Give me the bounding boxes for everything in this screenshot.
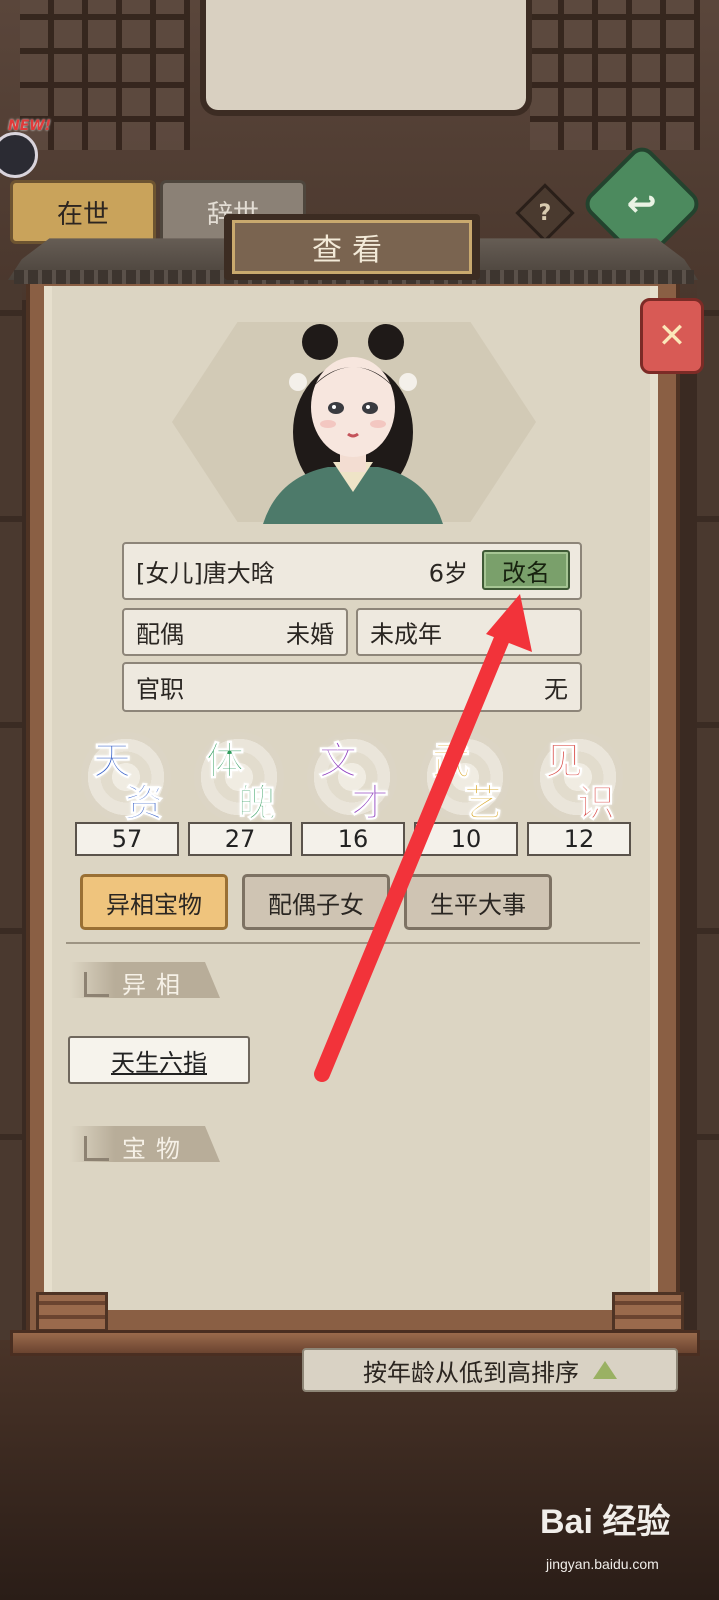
traits-section-header: 异相: [70, 962, 220, 998]
baidu-watermark: Bai 经验 jingyan.baidu.com: [540, 1494, 710, 1584]
rename-button[interactable]: 改名: [482, 550, 570, 590]
stat-value: 10: [414, 822, 518, 856]
close-button[interactable]: ✕: [640, 298, 704, 374]
close-icon: ✕: [657, 316, 687, 356]
dialog-title: 查看: [232, 220, 472, 274]
stat-char-2: 识: [576, 780, 616, 826]
sort-triangle-icon: [593, 1361, 617, 1379]
status-value: 未成年: [370, 620, 442, 649]
new-label: NEW!: [8, 118, 52, 134]
stat-value: 12: [527, 822, 631, 856]
tab-spouse-children[interactable]: 配偶子女: [242, 874, 390, 930]
side-wall-right: [697, 280, 719, 1340]
question-icon: ?: [538, 200, 552, 226]
painting-window: [200, 0, 532, 116]
character-name: [女儿]唐大晗: [136, 559, 275, 588]
fret-pattern-icon: [84, 1136, 109, 1161]
watermark-url: jingyan.baidu.com: [546, 1556, 659, 1572]
character-age: 6岁: [428, 559, 468, 588]
spouse-row: 配偶 未婚: [122, 608, 348, 656]
tab-alive[interactable]: 在世: [10, 180, 156, 244]
stat-char-2: 魄: [237, 780, 277, 826]
tab-life-events[interactable]: 生平大事: [404, 874, 552, 930]
stat-value: 27: [188, 822, 292, 856]
stat-talent: 天 资 57: [75, 728, 179, 858]
back-arrow-icon: ↩: [626, 183, 658, 225]
stat-physique: 体 魄 27: [188, 728, 292, 858]
stat-martial: 武 艺 10: [414, 728, 518, 858]
stat-knowledge: 见 识 12: [527, 728, 631, 858]
spouse-value: 未婚: [286, 620, 334, 649]
new-avatar-badge[interactable]: NEW!: [0, 118, 51, 178]
window-lattice-right: [530, 0, 700, 150]
ghost-avatar-icon: [0, 132, 38, 178]
treasures-title: 宝物: [122, 1135, 190, 1163]
watermark-brand: Bai 经验: [540, 1503, 671, 1541]
tab-traits-treasures[interactable]: 异相宝物: [80, 874, 228, 930]
stat-literary: 文 才 16: [301, 728, 405, 858]
status-row: 未成年: [356, 608, 582, 656]
stat-value: 57: [75, 822, 179, 856]
sort-label: 按年龄从低到高排序: [363, 1358, 579, 1387]
dialog-title-plaque: 查看: [224, 214, 480, 280]
office-row: 官职 无: [122, 662, 582, 712]
spouse-label: 配偶: [136, 620, 184, 649]
trait-chip[interactable]: 天生六指: [68, 1036, 250, 1084]
stat-char-2: 资: [124, 780, 164, 826]
section-divider: [66, 942, 640, 950]
frame-corner-right: [612, 1292, 684, 1332]
traits-title: 异相: [122, 971, 190, 999]
stat-value: 16: [301, 822, 405, 856]
character-portrait: [263, 324, 443, 524]
stat-char-2: 才: [350, 780, 390, 826]
sort-button[interactable]: 按年龄从低到高排序: [302, 1348, 678, 1392]
office-label: 官职: [136, 675, 184, 704]
fret-pattern-icon: [84, 972, 109, 997]
office-value: 无: [544, 675, 568, 704]
side-wall-left: [0, 280, 22, 1340]
treasures-section-header: 宝物: [70, 1126, 220, 1162]
frame-corner-left: [36, 1292, 108, 1332]
stat-char-2: 艺: [463, 780, 503, 826]
